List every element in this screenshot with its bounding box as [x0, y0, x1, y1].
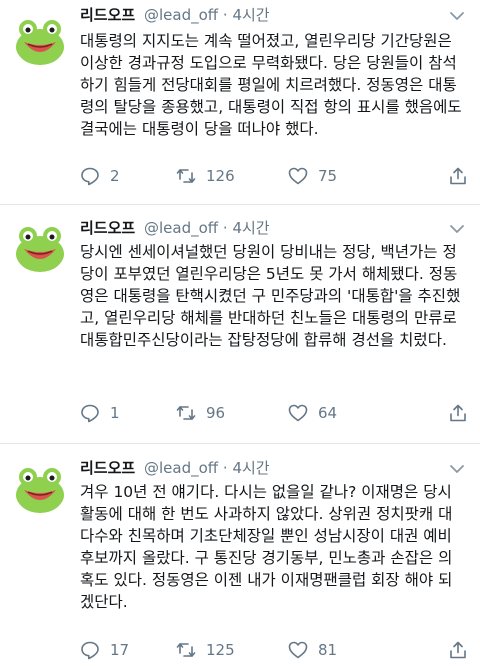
- chevron-down-icon[interactable]: [448, 220, 466, 238]
- heart-icon: [288, 167, 308, 185]
- green-frog-avatar-icon: [14, 462, 66, 514]
- user-handle[interactable]: @lead_off: [144, 219, 218, 237]
- tweet-header: 리드오프 @lead_off · 4시간: [80, 4, 270, 26]
- share-icon: [450, 167, 466, 185]
- tweet-text: 대통령의 지지도는 계속 떨어졌고, 열린우리당 기간당원은 이상한 경과규정 …: [80, 32, 462, 138]
- tweet-actions: 2 126 75: [80, 164, 470, 188]
- reply-count: 2: [110, 167, 120, 185]
- display-name[interactable]: 리드오프: [80, 219, 135, 237]
- display-name[interactable]: 리드오프: [80, 6, 135, 24]
- green-frog-avatar-icon: [14, 221, 66, 273]
- avatar[interactable]: [14, 462, 66, 514]
- tweet-header: 리드오프 @lead_off · 4시간: [80, 217, 270, 239]
- retweet-count: 126: [206, 167, 235, 185]
- like-count: 75: [318, 167, 338, 185]
- retweet-button[interactable]: 125: [176, 638, 235, 662]
- like-count: 81: [318, 641, 338, 659]
- user-handle[interactable]: @lead_off: [144, 459, 218, 477]
- retweet-count: 125: [206, 641, 235, 659]
- retweet-icon: [176, 169, 196, 183]
- green-frog-avatar-icon: [14, 14, 66, 66]
- display-name[interactable]: 리드오프: [80, 459, 135, 477]
- like-button[interactable]: 75: [288, 164, 337, 188]
- retweet-icon: [176, 643, 196, 657]
- separator-dot: ·: [222, 459, 228, 477]
- avatar[interactable]: [14, 221, 66, 273]
- like-button[interactable]: 64: [288, 401, 337, 425]
- chevron-down-icon[interactable]: [448, 7, 466, 25]
- share-icon: [450, 641, 466, 659]
- tweet[interactable]: 리드오프 @lead_off · 4시간 겨우 10년 전 얘기다. 다시는 없…: [0, 443, 480, 666]
- avatar[interactable]: [14, 14, 66, 66]
- tweet[interactable]: 리드오프 @lead_off · 4시간 대통령의 지지도는 계속 떨어졌고, …: [0, 0, 480, 204]
- like-button[interactable]: 81: [288, 638, 337, 662]
- reply-count: 17: [110, 641, 130, 659]
- like-count: 64: [318, 404, 338, 422]
- timeline: 리드오프 @lead_off · 4시간 대통령의 지지도는 계속 떨어졌고, …: [0, 0, 480, 666]
- reply-button[interactable]: 2: [80, 164, 120, 188]
- reply-count: 1: [110, 404, 120, 422]
- tweet-text: 겨우 10년 전 얘기다. 다시는 없을일 같나? 이재명은 당시 활동에 대해…: [80, 483, 453, 611]
- heart-icon: [288, 404, 308, 422]
- tweet-header: 리드오프 @lead_off · 4시간: [80, 457, 270, 479]
- timestamp[interactable]: 4시간: [232, 6, 269, 24]
- tweet-actions: 17 125 81: [80, 638, 470, 662]
- reply-icon: [81, 404, 99, 423]
- retweet-count: 96: [206, 404, 226, 422]
- timestamp[interactable]: 4시간: [232, 459, 269, 477]
- reply-button[interactable]: 1: [80, 401, 120, 425]
- tweet-text: 당시엔 센세이셔널했던 당원이 당비내는 정당, 백년가는 정당이 포부였던 열…: [80, 243, 461, 349]
- share-button[interactable]: [448, 401, 468, 425]
- share-button[interactable]: [448, 638, 468, 662]
- reply-button[interactable]: 17: [80, 638, 129, 662]
- reply-icon: [81, 167, 99, 186]
- separator-dot: ·: [222, 219, 228, 237]
- heart-icon: [288, 641, 308, 659]
- share-icon: [450, 404, 466, 422]
- retweet-button[interactable]: 126: [176, 164, 235, 188]
- separator-dot: ·: [222, 6, 228, 24]
- timestamp[interactable]: 4시간: [232, 219, 269, 237]
- chevron-down-icon[interactable]: [448, 460, 466, 478]
- tweet-actions: 1 96 64: [80, 401, 470, 425]
- reply-icon: [81, 641, 99, 660]
- share-button[interactable]: [448, 164, 468, 188]
- tweet[interactable]: 리드오프 @lead_off · 4시간 당시엔 센세이셔널했던 당원이 당비내…: [0, 204, 480, 443]
- retweet-button[interactable]: 96: [176, 401, 225, 425]
- user-handle[interactable]: @lead_off: [144, 6, 218, 24]
- retweet-icon: [176, 406, 196, 420]
